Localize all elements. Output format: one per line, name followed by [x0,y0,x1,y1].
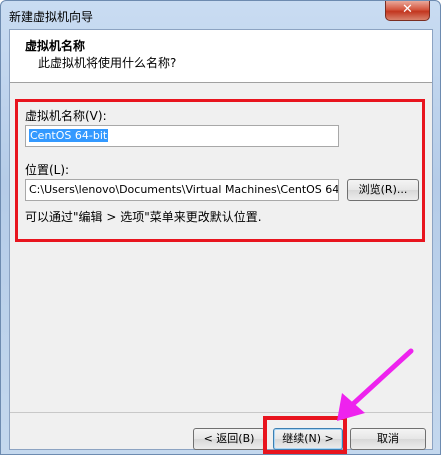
next-highlight-box [263,416,347,454]
wizard-header: 虚拟机名称 此虚拟机将使用什么名称? [10,30,432,83]
form-highlight-box [15,99,425,242]
cancel-button[interactable]: 取消 [350,428,426,450]
close-icon: ✕ [402,2,413,17]
page-subtitle: 此虚拟机将使用什么名称? [38,56,177,70]
window-title: 新建虚拟机向导 [9,10,94,24]
title-bar[interactable]: 新建虚拟机向导 ✕ [1,1,440,29]
footer-separator [10,412,432,413]
page-title: 虚拟机名称 [25,39,86,53]
close-button[interactable]: ✕ [385,1,430,21]
back-button[interactable]: < 返回(B) [193,428,265,450]
wizard-window: 新建虚拟机向导 ✕ 虚拟机名称 此虚拟机将使用什么名称? 虚拟机名称(V): C… [0,0,441,455]
